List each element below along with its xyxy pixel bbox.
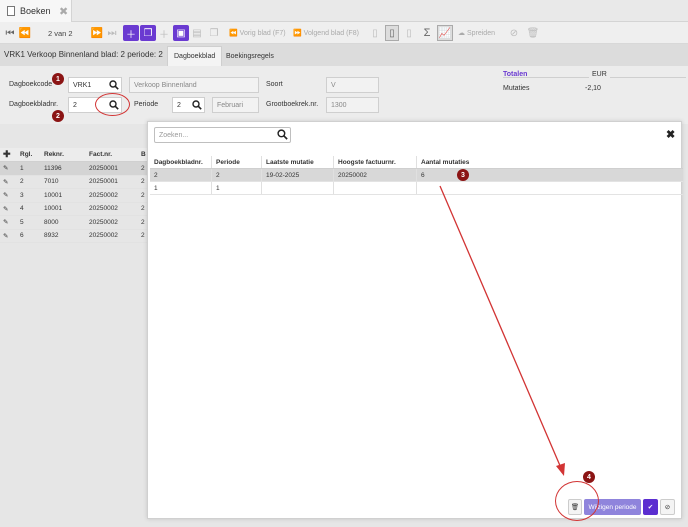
callout-badge: 1 — [52, 73, 64, 85]
annotation-arrow — [439, 185, 565, 476]
callout-badge: 3 — [457, 169, 469, 181]
callout-badge: 2 — [52, 110, 64, 122]
callout-badge: 4 — [583, 471, 595, 483]
